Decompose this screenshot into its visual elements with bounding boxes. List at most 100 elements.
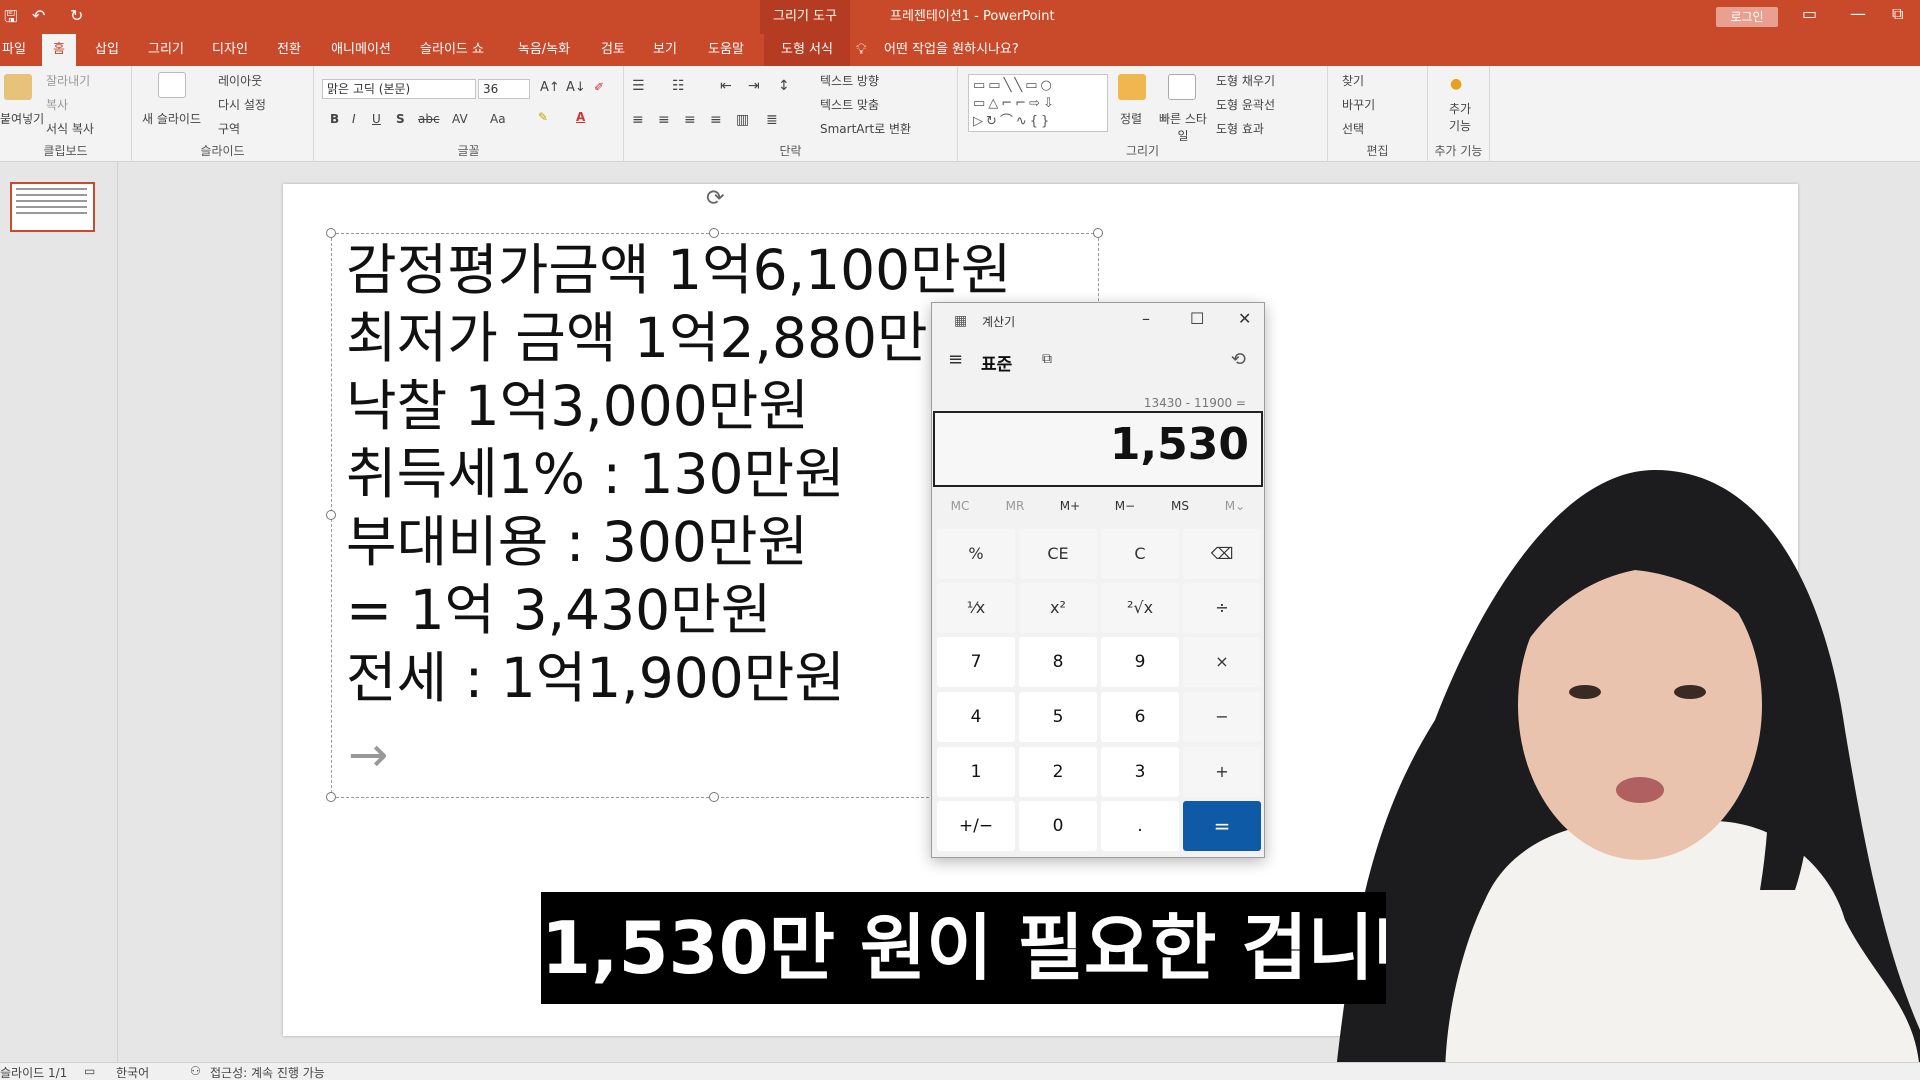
digit-9-key[interactable]: 9 bbox=[1101, 637, 1179, 687]
align-left-icon[interactable]: ≡ bbox=[632, 112, 644, 128]
shadow-icon[interactable]: S bbox=[396, 112, 405, 126]
tab-home[interactable]: 홈 bbox=[42, 34, 76, 66]
find-button[interactable]: 찾기 bbox=[1342, 72, 1364, 89]
rotate-handle-icon[interactable]: ⟳ bbox=[706, 186, 724, 211]
redo-icon[interactable]: ↻ bbox=[70, 6, 83, 25]
line-spacing-icon[interactable]: ↕ bbox=[778, 78, 790, 94]
tell-me-search[interactable]: 어떤 작업을 원하시나요? bbox=[884, 34, 1019, 66]
memory-add-button[interactable]: M+ bbox=[1044, 499, 1096, 513]
tab-transitions[interactable]: 전환 bbox=[270, 34, 308, 66]
copy-button[interactable]: 복사 bbox=[46, 96, 68, 113]
digit-0-key[interactable]: 0 bbox=[1019, 801, 1097, 851]
replace-button[interactable]: 바꾸기 bbox=[1342, 96, 1375, 113]
decimal-key[interactable]: . bbox=[1101, 801, 1179, 851]
negate-key[interactable]: +/− bbox=[937, 801, 1015, 851]
calc-minimize-button[interactable]: – bbox=[1142, 309, 1150, 328]
section-button[interactable]: 구역 bbox=[218, 120, 240, 137]
memory-recall-button[interactable]: MR bbox=[989, 499, 1041, 513]
calc-maximize-button[interactable]: ☐ bbox=[1190, 309, 1204, 328]
accessibility-status[interactable]: 접근성: 계속 진행 가능 bbox=[210, 1064, 325, 1080]
select-button[interactable]: 선택 bbox=[1342, 120, 1364, 137]
history-icon[interactable]: ⟲ bbox=[1231, 349, 1246, 370]
hamburger-menu-icon[interactable]: ≡ bbox=[948, 349, 963, 370]
tab-file[interactable]: 파일 bbox=[0, 34, 28, 66]
smartart-button[interactable]: SmartArt로 변환 bbox=[820, 120, 911, 137]
reset-button[interactable]: 다시 설정 bbox=[218, 96, 266, 113]
new-slide-icon[interactable] bbox=[158, 72, 186, 98]
addins-button[interactable]: 추가 기능 bbox=[1442, 100, 1478, 134]
increase-indent-icon[interactable]: ⇥ bbox=[748, 78, 760, 94]
justify-icon[interactable]: ≡ bbox=[710, 112, 722, 128]
shapes-gallery[interactable]: ▭▭╲╲▭○ ▭△⌐⌐⇨⇩ ▷↻⌒∿{} bbox=[968, 74, 1108, 132]
align-text-button[interactable]: 텍스트 맞춤 bbox=[820, 96, 879, 113]
font-size-select[interactable]: 36 bbox=[478, 79, 530, 99]
text-align-icon[interactable]: ≣ bbox=[766, 112, 778, 128]
shape-fill-button[interactable]: 도형 채우기 bbox=[1216, 72, 1275, 89]
resize-handle[interactable] bbox=[326, 510, 336, 520]
resize-handle[interactable] bbox=[326, 228, 336, 238]
resize-handle[interactable] bbox=[709, 792, 719, 802]
digit-8-key[interactable]: 8 bbox=[1019, 637, 1097, 687]
digit-5-key[interactable]: 5 bbox=[1019, 692, 1097, 742]
layout-button[interactable]: 레이아웃 bbox=[218, 72, 262, 89]
italic-icon[interactable]: I bbox=[352, 112, 356, 126]
tab-view[interactable]: 보기 bbox=[646, 34, 684, 66]
grow-font-icon[interactable]: A↑ bbox=[540, 80, 560, 95]
addins-icon[interactable]: ● bbox=[1450, 76, 1462, 92]
ribbon-display-icon[interactable]: ▭ bbox=[1802, 4, 1817, 23]
accessibility-icon[interactable]: ⚇ bbox=[190, 1064, 201, 1078]
resize-handle[interactable] bbox=[326, 792, 336, 802]
tab-help[interactable]: 도움말 bbox=[700, 34, 752, 66]
clear-format-icon[interactable]: ✐ bbox=[594, 80, 604, 94]
columns-icon[interactable]: ▥ bbox=[736, 112, 749, 128]
bullets-icon[interactable]: ☰ bbox=[632, 78, 645, 94]
tab-insert[interactable]: 삽입 bbox=[88, 34, 126, 66]
shrink-font-icon[interactable]: A↓ bbox=[566, 80, 586, 95]
format-painter-button[interactable]: 서식 복사 bbox=[46, 120, 94, 137]
save-icon[interactable]: 🖫 bbox=[4, 6, 18, 33]
tab-shape-format[interactable]: 도형 서식 bbox=[764, 34, 850, 66]
arrange-button[interactable]: 정렬 bbox=[1120, 110, 1142, 127]
paste-icon[interactable] bbox=[4, 74, 32, 100]
underline-icon[interactable]: U bbox=[372, 112, 381, 126]
digit-7-key[interactable]: 7 bbox=[937, 637, 1015, 687]
numbering-icon[interactable]: ☷ bbox=[672, 78, 685, 94]
font-color-icon[interactable]: A bbox=[576, 110, 585, 124]
highlight-icon[interactable]: ✎ bbox=[538, 110, 548, 124]
arrange-icon[interactable] bbox=[1118, 74, 1146, 100]
undo-icon[interactable]: ↶ bbox=[32, 6, 45, 25]
digit-4-key[interactable]: 4 bbox=[937, 692, 1015, 742]
keep-on-top-icon[interactable]: ⧉ bbox=[1042, 351, 1052, 367]
decrease-indent-icon[interactable]: ⇤ bbox=[720, 78, 732, 94]
new-slide-button[interactable]: 새 슬라이드 bbox=[142, 110, 201, 127]
tab-record[interactable]: 녹음/녹화 bbox=[510, 34, 578, 66]
login-button[interactable]: 로그인 bbox=[1716, 7, 1778, 27]
digit-6-key[interactable]: 6 bbox=[1101, 692, 1179, 742]
digit-1-key[interactable]: 1 bbox=[937, 747, 1015, 797]
slide-thumbnail-1[interactable] bbox=[10, 182, 95, 232]
percent-key[interactable]: % bbox=[937, 529, 1015, 579]
clear-entry-key[interactable]: CE bbox=[1019, 529, 1097, 579]
bold-icon[interactable]: B bbox=[330, 112, 339, 126]
language-indicator[interactable]: 한국어 bbox=[116, 1064, 149, 1080]
square-key[interactable]: x² bbox=[1019, 583, 1097, 633]
char-spacing-icon[interactable]: AV bbox=[452, 112, 468, 126]
minimize-button[interactable]: — bbox=[1850, 4, 1866, 23]
memory-subtract-button[interactable]: M− bbox=[1099, 499, 1151, 513]
shape-effects-button[interactable]: 도형 효과 bbox=[1216, 120, 1264, 137]
square-root-key[interactable]: ²√x bbox=[1101, 583, 1179, 633]
reciprocal-key[interactable]: ⅟x bbox=[937, 583, 1015, 633]
quick-styles-icon[interactable] bbox=[1168, 74, 1196, 100]
notes-icon[interactable]: ▭ bbox=[84, 1064, 95, 1078]
calc-close-button[interactable]: ✕ bbox=[1238, 309, 1251, 328]
tab-slideshow[interactable]: 슬라이드 쇼 bbox=[414, 34, 490, 66]
tab-draw[interactable]: 그리기 bbox=[142, 34, 190, 66]
tab-design[interactable]: 디자인 bbox=[206, 34, 254, 66]
cut-button[interactable]: 잘라내기 bbox=[46, 72, 90, 89]
restore-button[interactable]: ⧉ bbox=[1892, 4, 1903, 24]
resize-handle[interactable] bbox=[1093, 228, 1103, 238]
change-case-icon[interactable]: Aa bbox=[490, 112, 506, 126]
digit-3-key[interactable]: 3 bbox=[1101, 747, 1179, 797]
shape-outline-button[interactable]: 도형 윤곽선 bbox=[1216, 96, 1275, 113]
quick-styles-button[interactable]: 빠른 스타일 bbox=[1158, 110, 1208, 144]
